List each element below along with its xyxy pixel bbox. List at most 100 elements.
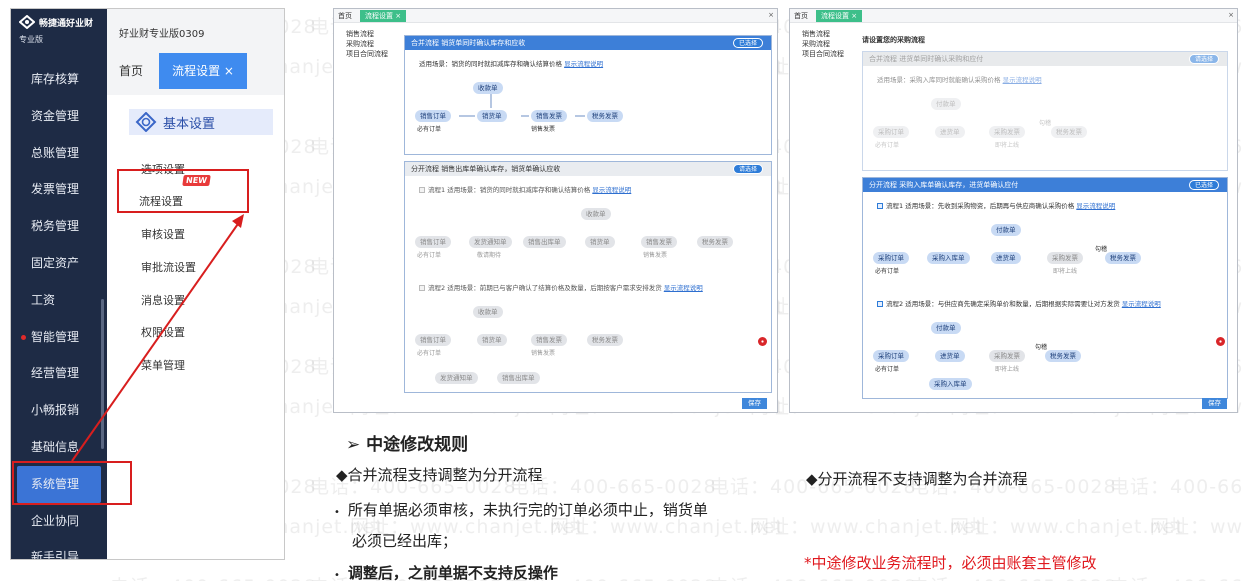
nav-item-tax[interactable]: 税务管理	[11, 208, 107, 245]
nav-item-payroll[interactable]: 工资	[11, 282, 107, 319]
flow1-label: 流程1 适用场景：先收到采购物资，后期再与供应商确认采购价格	[886, 202, 1075, 210]
scene-text: 适用场景：采购入库同时就能确认采购价格 显示流程说明	[877, 74, 1042, 84]
nav-item-label: 智能管理	[31, 329, 80, 344]
selected-badge[interactable]: 已选择	[1188, 180, 1219, 190]
merged-flow-card[interactable]: 合并流程 销货单同时确认库存和应收 已选择 适用场景：销货的同时就扣减库存和确认结…	[404, 35, 772, 155]
note-match: 勾稽	[1095, 246, 1108, 253]
menu-item-messages[interactable]: 消息设置	[141, 292, 185, 308]
checkbox-flow2[interactable]	[419, 285, 425, 291]
side-sales[interactable]: 销售流程	[346, 29, 374, 39]
watermark-text: 电话：400-665-0028	[1110, 476, 1244, 498]
logo-text: 畅捷通好业财	[39, 18, 94, 29]
checkbox-flow1[interactable]	[877, 203, 883, 209]
flow1-text: 流程1 适用场景：销货的同时就扣减库存和确认结算价格 显示流程说明	[419, 184, 631, 194]
dot-bullet-icon: •	[334, 570, 340, 581]
menu-item-permissions[interactable]: 权限设置	[141, 324, 185, 340]
nav-item-assets[interactable]: 固定资产	[11, 245, 107, 282]
sidebar-scrollbar[interactable]	[101, 299, 104, 449]
note-coming-soon: 即将上线	[1053, 268, 1078, 275]
card-title: 分开流程 销售出库单确认库存，销货单确认应收	[411, 165, 561, 173]
settings-content: 基本设置 选项设置 流程设置 NEW 审核设置 审批流设置 消息设置 权限设置 …	[107, 95, 284, 559]
tab-bar: 首页 流程设置 × ×	[334, 9, 777, 23]
node-tax-invoice: 税务发票	[1105, 252, 1141, 264]
rule-detail-2: • 调整后，之前单据不支持反操作	[334, 562, 558, 581]
checkbox-flow1[interactable]	[419, 187, 425, 193]
side-project[interactable]: 项目合同流程	[802, 49, 844, 59]
help-icon[interactable]	[758, 337, 767, 346]
card-title: 分开流程 采购入库单确认库存，进货单确认应付	[869, 181, 1019, 189]
nav-item-inventory[interactable]: 库存核算	[11, 61, 107, 98]
nav-item-operations[interactable]: 经营管理	[11, 355, 107, 392]
node-tax-invoice: 税务发票	[1051, 126, 1087, 138]
heading-label: 中途修改规则	[366, 435, 469, 455]
node-goods-receipt: 进货单	[991, 252, 1021, 264]
help-icon[interactable]	[1216, 337, 1225, 346]
tab-home[interactable]: 首页	[119, 62, 143, 79]
flow1-label: 流程1 适用场景：销货的同时就扣减库存和确认结算价格	[428, 186, 591, 194]
show-flow-link[interactable]: 显示流程说明	[1076, 202, 1115, 210]
node-payment-2: 付款单	[931, 322, 961, 334]
node-payment: 付款单	[991, 224, 1021, 236]
node-purchase-order: 采购订单	[873, 126, 909, 138]
tab-process-settings[interactable]: 流程设置 ×	[360, 10, 407, 22]
logo-area: 畅捷通好业财 专业版	[11, 9, 107, 61]
note-match-2: 勾稽	[1035, 344, 1048, 351]
merged-flow-card[interactable]: 合并流程 进货单同时确认采购和应付 请选择 适用场景：采购入库同时就能确认采购价格…	[862, 51, 1228, 171]
show-flow-link[interactable]: 显示流程说明	[592, 186, 631, 194]
watermark-text: 电话：400-665-0028	[110, 572, 317, 581]
warning-note: *中途修改业务流程时，必须由账套主管修改	[804, 554, 1097, 572]
note-coming-soon-2: 即将上线	[995, 366, 1020, 373]
side-project[interactable]: 项目合同流程	[346, 49, 388, 59]
save-button[interactable]: 保存	[1202, 398, 1227, 409]
watermark-text: 网址：www.chanjet.net	[750, 516, 984, 538]
watermark-text: 电话：400-665-0028	[1110, 572, 1244, 581]
nav-item-guide[interactable]: 新手引导	[11, 539, 107, 559]
rule-split-to-merge: ◆分开流程不支持调整为合并流程	[806, 470, 1028, 488]
save-button[interactable]: 保存	[742, 398, 767, 409]
node-inbound-2: 采购入库单	[929, 378, 972, 390]
menu-item-approval-flow[interactable]: 审批流设置	[141, 259, 196, 275]
tab-home[interactable]: 首页	[794, 11, 808, 21]
menu-item-audit[interactable]: 审核设置	[141, 226, 185, 242]
tab-process-settings[interactable]: 流程设置 ×	[159, 53, 247, 89]
node-tax-invoice-2: 税务发票	[587, 334, 623, 346]
choose-badge[interactable]: 请选择	[732, 164, 763, 174]
tab-process-settings[interactable]: 流程设置 ×	[816, 10, 863, 22]
node-purchase-invoice: 采购发票	[1047, 252, 1083, 264]
split-flow-card[interactable]: 分开流程 采购入库单确认库存，进货单确认应付 已选择 流程1 适用场景：先收到采购…	[862, 177, 1228, 399]
choose-prompt: 请设置您的采购流程	[862, 36, 925, 44]
show-flow-link[interactable]: 显示流程说明	[1122, 300, 1161, 308]
nav-item-smart[interactable]: 智能管理	[11, 319, 107, 356]
node-tax-invoice-2: 税务发票	[1045, 350, 1081, 362]
flow2-text: 流程2 适用场景：与供应商先确定采购单价和数量，后期根据实际需要让对方发货 显示…	[877, 298, 1161, 308]
side-sales[interactable]: 销售流程	[802, 29, 830, 39]
show-flow-link[interactable]: 显示流程说明	[664, 284, 703, 292]
node-sales-order: 销售订单	[415, 236, 451, 248]
node-purchase-order: 采购订单	[873, 252, 909, 264]
node-goods-receipt: 进货单	[935, 126, 965, 138]
side-purchase[interactable]: 采购流程	[802, 39, 830, 49]
nav-item-expense[interactable]: 小畅报销	[11, 392, 107, 429]
rule-detail-2-text: 调整后，之前单据不支持反操作	[347, 564, 558, 581]
checkbox-flow2[interactable]	[877, 301, 883, 307]
side-purchase[interactable]: 采购流程	[346, 39, 374, 49]
split-flow-card[interactable]: 分开流程 销售出库单确认库存，销货单确认应收 请选择 流程1 适用场景：销货的同时…	[404, 161, 772, 393]
flow2-label: 流程2 适用场景：前期已与客户确认了结算价格及数量，后期按客户需求安排发货	[428, 284, 662, 292]
nav-item-collab[interactable]: 企业协同	[11, 503, 107, 540]
slide: { "watermark":{"phone":"电话：400-665-0028"…	[0, 0, 1244, 581]
menu-item-menu-mgmt[interactable]: 菜单管理	[141, 357, 185, 373]
card-header: 分开流程 销售出库单确认库存，销货单确认应收 请选择	[405, 162, 771, 176]
close-icon[interactable]: ×	[1228, 11, 1234, 19]
node-delivery: 销货单	[585, 236, 615, 248]
close-icon[interactable]: ×	[768, 11, 774, 19]
nav-item-funds[interactable]: 资金管理	[11, 98, 107, 135]
flow2-text: 流程2 适用场景：前期已与客户确认了结算价格及数量，后期按客户需求安排发货 显示…	[419, 282, 703, 292]
watermark-text: 电话：400-665-0028	[710, 572, 917, 581]
show-flow-link[interactable]: 显示流程说明	[1003, 76, 1042, 84]
nav-item-invoice[interactable]: 发票管理	[11, 171, 107, 208]
tab-home[interactable]: 首页	[338, 11, 352, 21]
choose-badge[interactable]: 请选择	[1188, 54, 1219, 64]
watermark-text: 电话：400-665-0028	[910, 572, 1117, 581]
nav-item-ledger[interactable]: 总账管理	[11, 135, 107, 172]
dot-bullet-icon: •	[334, 507, 340, 518]
